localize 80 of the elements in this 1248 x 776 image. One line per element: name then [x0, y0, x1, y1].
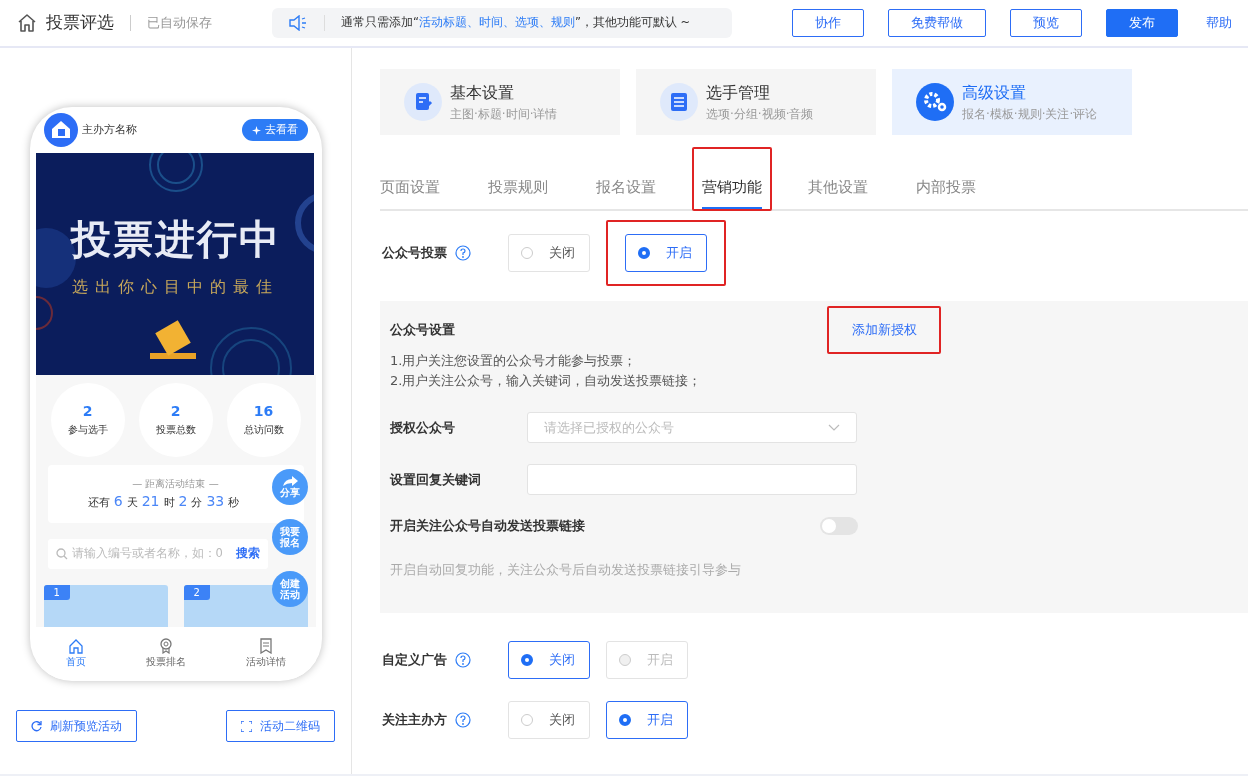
tab[interactable]: 报名设置	[596, 165, 656, 209]
medal-icon	[157, 637, 174, 654]
stat-label: 投票总数	[155, 422, 196, 437]
search-icon	[55, 548, 68, 560]
tab[interactable]: 页面设置	[380, 165, 440, 209]
tab[interactable]: 内部投票	[916, 165, 976, 209]
stat-label: 总访问数	[243, 422, 284, 437]
stat-value: 16	[253, 403, 274, 418]
autosave-status: 已自动保存	[147, 14, 212, 33]
nav-tab[interactable]: 活动详情	[239, 636, 292, 670]
notice-text: 通常只需添加“活动标题、时间、选项、规则”，其他功能可默认 ~	[341, 14, 691, 32]
edit-icon	[404, 83, 442, 121]
note-text: 2.用户关注公众号，输入关键词，自动发送投票链接；	[390, 371, 703, 390]
banner-title: 投票进行中	[69, 214, 282, 264]
hint-text: 开启自动回复功能，关注公众号后自动发送投票链接引导参与	[390, 560, 742, 579]
radio-option[interactable]: 开启	[625, 234, 707, 272]
gears-icon	[916, 83, 954, 121]
help-icon	[455, 652, 471, 668]
step-title: 基本设置	[450, 82, 514, 104]
countdown-caption: — 距离活动结束 —	[132, 477, 219, 491]
radio-option[interactable]: 开启	[606, 701, 688, 739]
share-icon	[281, 476, 298, 487]
search-button[interactable]: 搜索	[235, 545, 260, 563]
banner-subtitle: 选出你心目中的最佳	[71, 276, 280, 298]
page-title: 投票评选	[46, 11, 114, 35]
panel-title: 公众号设置	[390, 321, 455, 340]
list-icon	[660, 83, 698, 121]
header-button[interactable]: 免费帮做	[888, 9, 986, 37]
tab[interactable]: 营销功能	[702, 165, 762, 209]
step-title: 选手管理	[706, 82, 770, 104]
help-icon	[455, 245, 471, 261]
field-label: 开启关注公众号自动发送投票链接	[390, 517, 585, 535]
stat-label: 参与选手	[67, 422, 108, 437]
tab[interactable]: 投票规则	[488, 165, 548, 209]
qr-code-button[interactable]: 活动二维码	[226, 710, 335, 742]
field-label: 自定义广告	[382, 651, 447, 670]
add-authorization-link[interactable]: 添加新授权	[845, 319, 923, 341]
step-card[interactable]: 选手管理 选项·分组·视频·音频	[636, 69, 876, 135]
radio-option[interactable]: 关闭	[508, 701, 590, 739]
home-icon	[67, 637, 84, 654]
stat-value: 2	[170, 403, 181, 418]
go-see-button[interactable]: 去看看	[241, 119, 308, 141]
tab[interactable]: 其他设置	[808, 165, 868, 209]
header-button[interactable]: 预览	[1010, 9, 1082, 37]
field-label: 设置回复关键词	[390, 470, 482, 489]
doc-icon	[257, 637, 274, 654]
toggle-switch[interactable]	[820, 516, 858, 535]
header-button[interactable]: 协作	[792, 9, 864, 37]
scan-icon	[241, 720, 252, 732]
radio-option[interactable]: 关闭	[508, 641, 590, 679]
organizer-name: 主办方名称	[81, 122, 137, 138]
step-title: 高级设置	[962, 82, 1026, 104]
field-label: 公众号投票	[382, 244, 447, 263]
refresh-preview-button[interactable]: 刷新预览活动	[16, 710, 137, 742]
text-input-field[interactable]	[527, 464, 857, 495]
search-field[interactable]: 请输入编号或者名称，如：0 搜索	[47, 539, 268, 569]
field-label: 关注主办方	[382, 711, 447, 730]
step-subtitle: 选项·分组·视频·音频	[706, 106, 814, 123]
note-text: 1.用户关注您设置的公众号才能参与投票；	[390, 352, 638, 370]
help-icon	[455, 712, 471, 728]
nav-tab[interactable]: 投票排名	[139, 636, 192, 670]
stat-value: 2	[82, 403, 93, 418]
organizer-avatar-icon	[43, 113, 78, 147]
countdown-text: 还有 6 天 21 时 2 分 33 秒	[87, 492, 240, 511]
step-subtitle: 主图·标题·时间·详情	[450, 106, 558, 123]
candidate-number: 2	[183, 585, 210, 600]
step-card[interactable]: 高级设置 报名·模板·规则·关注·评论	[892, 69, 1132, 135]
publish-button[interactable]: 发布	[1106, 9, 1178, 37]
speaker-icon	[288, 15, 308, 31]
step-card[interactable]: 基本设置 主图·标题·时间·详情	[380, 69, 620, 135]
help-link[interactable]: 帮助	[1206, 13, 1232, 33]
refresh-icon	[31, 720, 42, 732]
chevron-down-icon	[828, 423, 840, 432]
candidate-number: 1	[43, 585, 70, 600]
radio-option[interactable]: 关闭	[508, 234, 590, 272]
nav-tab[interactable]: 首页	[59, 636, 92, 670]
field-label: 授权公众号	[390, 418, 456, 437]
home-icon[interactable]	[16, 12, 38, 34]
sparkle-icon	[251, 125, 261, 135]
step-subtitle: 报名·模板·规则·关注·评论	[962, 106, 1098, 123]
